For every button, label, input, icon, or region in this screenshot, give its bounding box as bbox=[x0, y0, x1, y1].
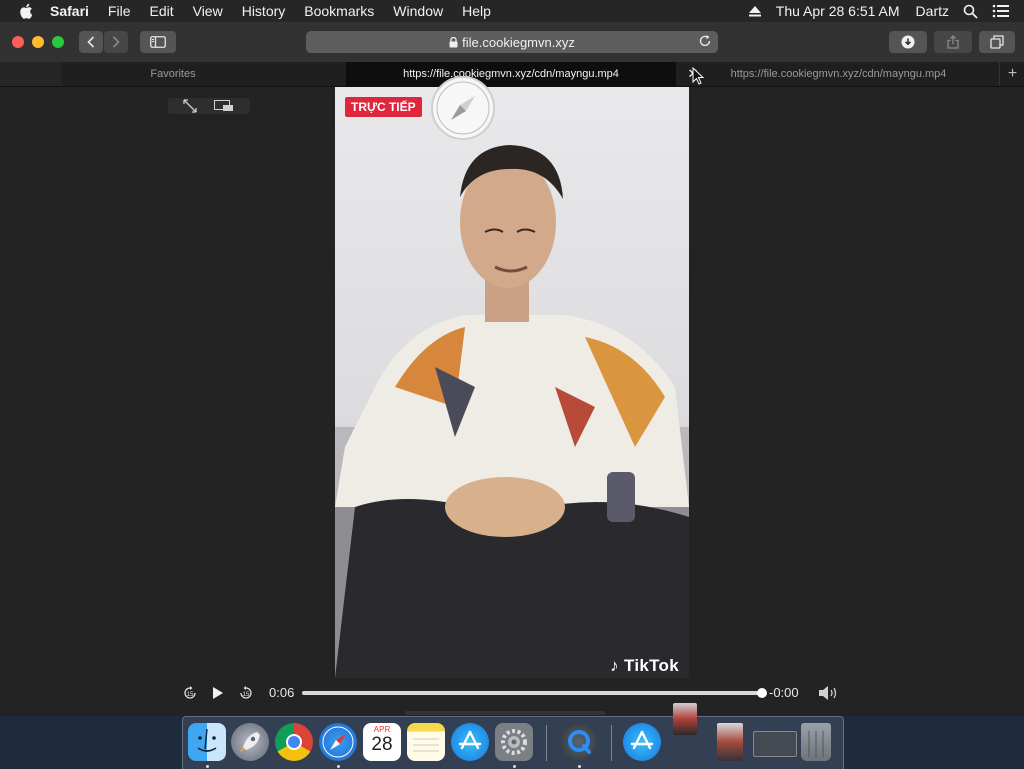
menu-clock[interactable]: Thu Apr 28 6:51 AM bbox=[776, 3, 900, 19]
dock-separator bbox=[546, 725, 547, 761]
dock-recent-video-thumb[interactable] bbox=[673, 703, 697, 735]
minimize-button[interactable] bbox=[32, 36, 44, 48]
menu-file[interactable]: File bbox=[108, 3, 131, 19]
dock-quicktime[interactable] bbox=[560, 723, 598, 761]
download-icon bbox=[901, 35, 915, 49]
dock-app-store-downloads[interactable] bbox=[623, 723, 661, 761]
menu-help[interactable]: Help bbox=[462, 3, 491, 19]
apple-icon[interactable] bbox=[18, 2, 36, 20]
elapsed-time: 0:06 bbox=[269, 685, 295, 700]
remaining-time: -0:00 bbox=[769, 685, 799, 700]
lock-icon bbox=[449, 36, 458, 47]
window-toolbar: file.cookiegmvn.xyz bbox=[0, 22, 1024, 63]
chevron-left-icon bbox=[87, 36, 95, 48]
dock-screenshot-1[interactable] bbox=[717, 723, 743, 761]
downloads-button[interactable] bbox=[889, 31, 927, 53]
tab-favorites-label: Favorites bbox=[150, 68, 196, 80]
menu-history[interactable]: History bbox=[242, 3, 286, 19]
calendar-day: 28 bbox=[371, 734, 393, 755]
reload-icon[interactable] bbox=[698, 34, 712, 48]
menu-user[interactable]: Dartz bbox=[916, 3, 949, 19]
video-scrubber[interactable] bbox=[302, 688, 767, 698]
tab-overview-icon bbox=[990, 35, 1004, 49]
dock-separator-2 bbox=[611, 725, 612, 761]
tiktok-logo-icon: ♪ bbox=[610, 656, 619, 675]
dock-calendar[interactable]: APR 28 bbox=[363, 723, 401, 761]
calendar-month: APR bbox=[373, 725, 391, 734]
forward-button[interactable] bbox=[104, 31, 128, 53]
tab-second-title: https://file.cookiegmvn.xyz/cdn/mayngu.m… bbox=[730, 68, 947, 80]
scrubber-knob[interactable] bbox=[757, 688, 767, 698]
dock-notes[interactable] bbox=[407, 723, 445, 761]
safari-compass-icon bbox=[431, 76, 495, 140]
horizontal-scroll-indicator[interactable] bbox=[405, 711, 605, 715]
video-fullscreen-pip-controls bbox=[168, 98, 250, 114]
new-tab-button[interactable]: + bbox=[999, 62, 1024, 86]
video-controls: 15 15 0:06 -0:00 bbox=[172, 681, 852, 705]
dock-launchpad[interactable] bbox=[231, 723, 269, 761]
svg-text:15: 15 bbox=[187, 692, 194, 698]
page-content: TRỰC TIẾP ♪ TikTok 15 15 0:06 -0:00 bbox=[0, 76, 1024, 716]
rocket-icon bbox=[239, 732, 260, 753]
safari-window: file.cookiegmvn.xyz Favorites https://fi… bbox=[0, 22, 1024, 716]
tab-overview-button[interactable] bbox=[979, 31, 1015, 53]
video-frame-person bbox=[335, 145, 689, 678]
dock-screenshot-2[interactable] bbox=[753, 731, 797, 757]
picture-in-picture-icon[interactable] bbox=[214, 100, 234, 112]
menu-view[interactable]: View bbox=[193, 3, 223, 19]
chevron-right-icon bbox=[112, 36, 120, 48]
trash-icon bbox=[808, 731, 824, 757]
dock-chrome[interactable] bbox=[275, 723, 313, 761]
safari-icon bbox=[322, 726, 354, 758]
menu-bar-extras: Thu Apr 28 6:51 AM Dartz bbox=[748, 0, 1024, 22]
notification-center-icon[interactable] bbox=[992, 4, 1010, 18]
menu-edit[interactable]: Edit bbox=[149, 3, 173, 19]
dock-trash[interactable] bbox=[801, 723, 831, 761]
tab-blank[interactable] bbox=[0, 62, 62, 86]
volume-icon[interactable] bbox=[818, 685, 840, 701]
dock-finder[interactable] bbox=[188, 723, 226, 761]
quicktime-icon bbox=[568, 730, 591, 754]
eject-icon[interactable] bbox=[748, 5, 762, 17]
finder-icon bbox=[197, 728, 217, 752]
menu-bookmarks[interactable]: Bookmarks bbox=[304, 3, 374, 19]
dock-system-preferences[interactable] bbox=[495, 723, 533, 761]
live-badge: TRỰC TIẾP bbox=[345, 97, 422, 117]
skip-back-15-icon[interactable]: 15 bbox=[182, 685, 198, 701]
zoom-button[interactable] bbox=[52, 36, 64, 48]
tab-second-video[interactable]: https://file.cookiegmvn.xyz/cdn/mayngu.m… bbox=[706, 62, 971, 86]
gear-icon bbox=[501, 729, 527, 755]
sidebar-icon bbox=[150, 36, 166, 48]
video-player[interactable]: TRỰC TIẾP ♪ TikTok bbox=[335, 87, 689, 678]
menu-window[interactable]: Window bbox=[393, 3, 443, 19]
app-store-icon-2 bbox=[630, 730, 654, 750]
fullscreen-icon[interactable] bbox=[182, 99, 198, 113]
spotlight-search-icon[interactable] bbox=[963, 4, 978, 19]
tiktok-watermark: ♪ TikTok bbox=[610, 656, 679, 676]
tab-active-video[interactable]: https://file.cookiegmvn.xyz/cdn/mayngu.m… bbox=[346, 62, 676, 86]
plus-icon: + bbox=[1007, 65, 1018, 82]
tab-bar: Favorites https://file.cookiegmvn.xyz/cd… bbox=[0, 62, 1024, 87]
chrome-icon bbox=[286, 734, 302, 750]
tiktok-watermark-text: TikTok bbox=[623, 656, 679, 675]
skip-forward-15-icon[interactable]: 15 bbox=[238, 685, 254, 701]
sidebar-button[interactable] bbox=[140, 31, 176, 53]
dock-safari[interactable] bbox=[319, 723, 357, 761]
share-icon bbox=[947, 35, 959, 49]
menu-bar: Safari File Edit View History Bookmarks … bbox=[0, 0, 1024, 22]
tab-favorites[interactable]: Favorites bbox=[62, 62, 284, 86]
back-button[interactable] bbox=[79, 31, 103, 53]
menu-app-name[interactable]: Safari bbox=[50, 3, 89, 19]
address-bar[interactable]: file.cookiegmvn.xyz bbox=[306, 31, 718, 53]
app-store-icon bbox=[458, 730, 482, 750]
close-button[interactable] bbox=[12, 36, 24, 48]
svg-text:15: 15 bbox=[243, 692, 250, 698]
mouse-cursor-icon bbox=[692, 67, 704, 85]
dock: APR 28 bbox=[182, 703, 844, 769]
share-button[interactable] bbox=[934, 31, 972, 53]
play-icon[interactable] bbox=[211, 686, 225, 700]
address-text: file.cookiegmvn.xyz bbox=[462, 34, 575, 50]
dock-app-store[interactable] bbox=[451, 723, 489, 761]
notes-icon bbox=[413, 738, 439, 752]
